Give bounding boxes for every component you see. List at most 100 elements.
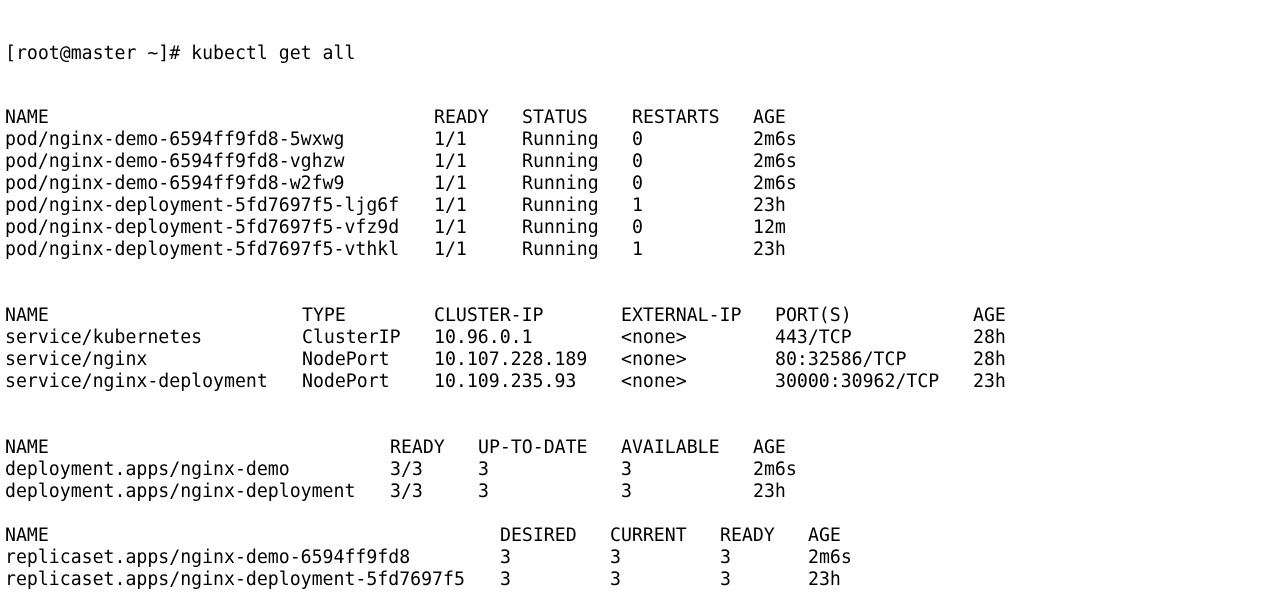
services-row-cell: <none> — [621, 327, 687, 348]
pods-row-cell: 1/1 — [434, 173, 467, 194]
replicasets-row-cell: replicaset.apps/nginx-demo-6594ff9fd8 — [5, 547, 411, 568]
services-header-row-cell: TYPE — [302, 305, 346, 326]
pods-row-cell: 2m6s — [753, 151, 797, 172]
services-row-cell: 10.107.228.189 — [434, 349, 588, 370]
pods-row-cell: Running — [522, 217, 599, 238]
deployments-row-cell: 3 — [478, 459, 489, 480]
deployments-header-row: NAME READY UP-TO-DATE AVAILABLE AGE — [5, 437, 1273, 459]
services-header-row-cell: PORT(S) — [775, 305, 852, 326]
pods-row-cell: pod/nginx-demo-6594ff9fd8-w2fw9 — [5, 173, 345, 194]
services-row-cell: 10.109.235.93 — [434, 371, 577, 392]
replicasets-row: replicaset.apps/nginx-demo-6594ff9fd8 3 3 3… — [5, 547, 1273, 569]
services-header-row: NAME TYPE CLUSTER-IP EXTERNAL-IP PORT(S) AGE — [5, 305, 1273, 327]
deployments-row: deployment.apps/nginx-deployment 3/3 3 3 23h — [5, 481, 1273, 503]
deployments-header-row-cell: NAME — [5, 437, 49, 458]
pods-row: pod/nginx-deployment-5fd7697f5-ljg6f 1/1 R… — [5, 195, 1273, 217]
replicasets-row-cell: 23h — [808, 569, 841, 590]
prompt-line: [root@master ~]# kubectl get all — [5, 43, 356, 64]
deployments-header-row-cell: READY — [390, 437, 445, 458]
deployments-row-cell: 2m6s — [753, 459, 797, 480]
pods-row-cell: Running — [522, 173, 599, 194]
services-row-cell: 30000:30962/TCP — [775, 371, 940, 392]
pods-row-cell: 0 — [632, 129, 643, 150]
pods-row-cell: 1/1 — [434, 129, 467, 150]
services-row-cell: service/kubernetes — [5, 327, 203, 348]
services-row-cell: <none> — [621, 371, 687, 392]
services-row-cell: 10.96.0.1 — [434, 327, 533, 348]
deployments-row-cell: 3 — [621, 481, 632, 502]
pods-header-row-cell: STATUS — [522, 107, 588, 128]
replicasets-row-cell: 3 — [610, 547, 621, 568]
deployments-header-row-cell: AVAILABLE — [621, 437, 720, 458]
pods-row-cell: Running — [522, 239, 599, 260]
pods-row-cell: 23h — [753, 195, 786, 216]
services-row-cell: 23h — [973, 371, 1006, 392]
deployments-row-cell: deployment.apps/nginx-deployment — [5, 481, 356, 502]
pods-row-cell: pod/nginx-deployment-5fd7697f5-vthkl — [5, 239, 400, 260]
pods-row: pod/nginx-deployment-5fd7697f5-vthkl 1/1 R… — [5, 239, 1273, 261]
replicasets-header-row-cell: READY — [720, 525, 775, 546]
pods-row-cell: 23h — [753, 239, 786, 260]
deployments-row: deployment.apps/nginx-demo 3/3 3 3 2m6s — [5, 459, 1273, 481]
deployments-row-cell: 3 — [478, 481, 489, 502]
command-output: NAME READY STATUS RESTARTS AGE pod/nginx-demo… — [5, 107, 1273, 591]
pods-header-row-cell: NAME — [5, 107, 49, 128]
services-row-cell: NodePort — [302, 371, 390, 392]
pods-row-cell: 1/1 — [434, 195, 467, 216]
replicasets-header-row-cell: DESIRED — [500, 525, 577, 546]
pods-header-row-cell: RESTARTS — [632, 107, 720, 128]
pods-row-cell: pod/nginx-deployment-5fd7697f5-ljg6f — [5, 195, 400, 216]
pods-row-cell: 0 — [632, 217, 643, 238]
replicasets-row-cell: 3 — [610, 569, 621, 590]
services-row-cell: NodePort — [302, 349, 390, 370]
pods-row-cell: Running — [522, 195, 599, 216]
replicasets-row-cell: 3 — [500, 547, 511, 568]
pods-row-cell: Running — [522, 151, 599, 172]
pods-row-cell: 1/1 — [434, 239, 467, 260]
pods-row-cell: pod/nginx-demo-6594ff9fd8-5wxwg — [5, 129, 345, 150]
pods-row-cell: 12m — [753, 217, 786, 238]
services-row-cell: 28h — [973, 349, 1006, 370]
deployments-row-cell: 3/3 — [390, 459, 423, 480]
replicasets-row-cell: 2m6s — [808, 547, 852, 568]
pods-row-cell: 1 — [632, 239, 643, 260]
pods-row: pod/nginx-demo-6594ff9fd8-vghzw 1/1 Runnin… — [5, 151, 1273, 173]
pods-row-cell: 1/1 — [434, 151, 467, 172]
deployments-header-row-cell: UP-TO-DATE — [478, 437, 588, 458]
services-row-cell: 80:32586/TCP — [775, 349, 907, 370]
services-row-cell: 443/TCP — [775, 327, 852, 348]
deployments-row-cell: 3 — [621, 459, 632, 480]
pods-row-cell: Running — [522, 129, 599, 150]
replicasets-header-row-cell: AGE — [808, 525, 841, 546]
replicasets-row-cell: 3 — [500, 569, 511, 590]
pods-row-cell: pod/nginx-deployment-5fd7697f5-vfz9d — [5, 217, 400, 238]
services-row-cell: ClusterIP — [302, 327, 401, 348]
services-header-row-cell: AGE — [973, 305, 1006, 326]
services-row: service/kubernetes ClusterIP 10.96.0.1 <non… — [5, 327, 1273, 349]
replicasets-row: replicaset.apps/nginx-deployment-5fd7697… — [5, 569, 1273, 591]
deployments-row-cell: deployment.apps/nginx-demo — [5, 459, 290, 480]
services-header-row-cell: EXTERNAL-IP — [621, 305, 742, 326]
terminal-window[interactable]: [root@master ~]# kubectl get all NAME REA… — [5, 1, 1273, 590]
pods-header-row-cell: AGE — [753, 107, 786, 128]
deployments-row-cell: 23h — [753, 481, 786, 502]
pods-row-cell: 1 — [632, 195, 643, 216]
pods-header-row-cell: READY — [434, 107, 489, 128]
replicasets-row-cell: replicaset.apps/nginx-deployment-5fd7697… — [5, 569, 465, 590]
pods-row-cell: pod/nginx-demo-6594ff9fd8-vghzw — [5, 151, 345, 172]
services-row-cell: <none> — [621, 349, 687, 370]
services-row-cell: service/nginx — [5, 349, 148, 370]
pods-row: pod/nginx-deployment-5fd7697f5-vfz9d 1/1 R… — [5, 217, 1273, 239]
pods-row-cell: 1/1 — [434, 217, 467, 238]
services-header-row-cell: NAME — [5, 305, 49, 326]
services-row-cell: 28h — [973, 327, 1006, 348]
services-row: service/nginx-deployment NodePort 10.109.2… — [5, 371, 1273, 393]
pods-row: pod/nginx-demo-6594ff9fd8-5wxwg 1/1 Runnin… — [5, 129, 1273, 151]
replicasets-header-row-cell: CURRENT — [610, 525, 687, 546]
replicasets-header-row-cell: NAME — [5, 525, 49, 546]
pods-row-cell: 0 — [632, 151, 643, 172]
